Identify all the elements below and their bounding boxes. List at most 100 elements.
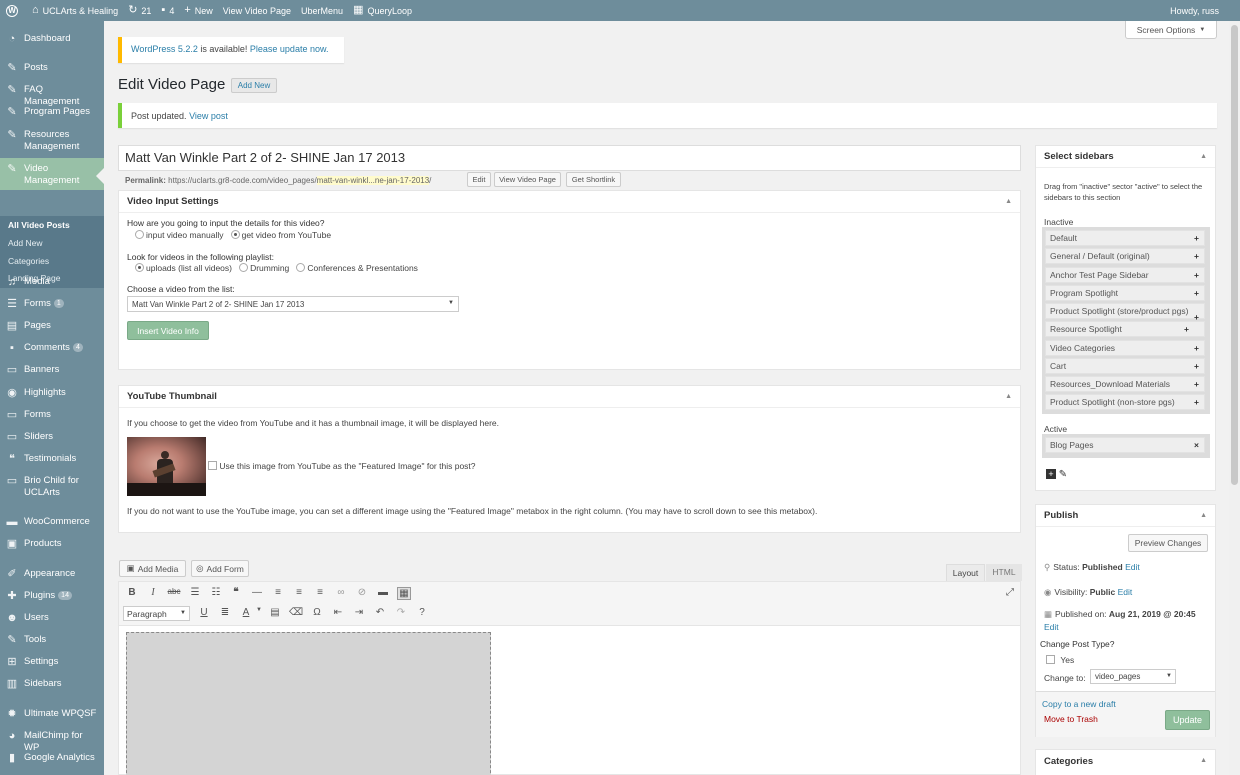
my-account-menu[interactable]: Howdy, russ [1165,0,1224,21]
sidebar-item-anchor-test[interactable]: Anchor Test Page Sidebar + [1045,267,1205,283]
plus-icon[interactable]: + [1194,341,1199,355]
undo-icon[interactable]: ↶ [373,607,387,618]
plus-icon[interactable]: + [1194,395,1199,409]
menu-video-management[interactable]: ✎ Video Management [0,158,104,190]
insert-video-info-button[interactable]: Insert Video Info [127,321,209,340]
menu-pages[interactable]: ▤ Pages [0,320,104,332]
text-color-icon[interactable]: A [239,607,253,618]
new-content-menu[interactable]: + New [179,0,217,21]
plus-icon[interactable]: + [1194,286,1199,300]
categories-header[interactable]: Categories ▲ [1036,750,1215,772]
radio-input-manually[interactable] [135,230,144,239]
collapse-arrow-icon[interactable]: ▲ [1005,198,1012,205]
italic-icon[interactable]: I [146,587,160,598]
special-character-icon[interactable]: Ω [310,607,324,618]
sidebar-item-blog-pages[interactable]: Blog Pages × [1045,437,1205,453]
sidebar-item-video-categories[interactable]: Video Categories + [1045,340,1205,356]
menu-sidebars[interactable]: ▥ Sidebars [0,678,104,690]
permalink-slug[interactable]: matt-van-winkl...ne-jan-17-2013 [316,176,430,185]
submenu-all-video-posts[interactable]: All Video Posts [8,220,70,230]
menu-testimonials[interactable]: ❝ Testimonials [0,453,104,465]
menu-sliders[interactable]: ▭ Sliders [0,431,104,443]
copy-to-draft-link[interactable]: Copy to a new draft [1042,699,1116,709]
change-type-checkbox[interactable] [1046,655,1055,664]
view-video-page-button[interactable]: View Video Page [494,172,561,187]
bulleted-list-icon[interactable]: ☰ [188,587,202,598]
strikethrough-icon[interactable]: abc [167,587,181,596]
underline-icon[interactable]: U [197,607,211,618]
post-title-input[interactable]: Matt Van Winkle Part 2 of 2- SHINE Jan 1… [118,145,1021,171]
sidebar-item-default[interactable]: Default + [1045,230,1205,246]
justify-icon[interactable]: ≣ [218,607,232,618]
collapse-arrow-icon[interactable]: ▲ [1005,393,1012,400]
edit-status-link[interactable]: Edit [1125,562,1140,572]
sidebar-item-resources-download[interactable]: Resources_Download Materials + [1045,376,1205,392]
menu-products[interactable]: ▣ Products [0,538,104,550]
move-to-trash-link[interactable]: Move to Trash [1044,714,1098,724]
queryloop-menu[interactable]: ▦ QueryLoop [348,0,417,21]
menu-forms[interactable]: ☰ Forms 1 [0,298,104,310]
menu-media[interactable]: ♫ Media [0,276,104,288]
preview-changes-button[interactable]: Preview Changes [1128,534,1208,552]
menu-banners[interactable]: ▭ Banners [0,364,104,376]
menu-highlights[interactable]: ◉ Highlights [0,387,104,399]
menu-forms-2[interactable]: ▭ Forms [0,409,104,421]
menu-mailchimp[interactable]: ◕ MailChimp for WP [0,730,104,754]
plus-icon[interactable]: + [1194,377,1199,391]
menu-appearance[interactable]: ✐ Appearance [0,568,104,580]
menu-faq[interactable]: ✎ FAQ Management [0,84,104,108]
tab-layout[interactable]: Layout [946,564,985,581]
plus-icon[interactable]: + [1194,268,1199,282]
paste-as-text-icon[interactable]: ▤ [268,607,282,618]
text-color-dropdown-icon[interactable]: ▼ [252,607,266,613]
video-input-header[interactable]: Video Input Settings ▲ [119,191,1020,213]
radio-playlist-conferences[interactable] [296,263,306,272]
sidebar-item-product-spotlight-store[interactable]: Product Spotlight (store/product pgs) + [1045,303,1205,322]
numbered-list-icon[interactable]: ☷ [209,587,223,598]
edit-visibility-link[interactable]: Edit [1118,587,1133,597]
view-post-link[interactable]: View post [189,111,228,121]
site-name-menu[interactable]: ⌂ UCLArts & Healing [27,0,123,21]
sidebar-item-resource-spotlight[interactable]: Resource Spotlight + [1045,321,1205,337]
remove-icon[interactable]: × [1194,438,1199,452]
submenu-add-new[interactable]: Add New [8,238,43,248]
publish-header[interactable]: Publish ▲ [1036,505,1215,527]
align-center-icon[interactable]: ≡ [292,587,306,598]
radio-playlist-uploads[interactable] [135,263,144,272]
tab-html[interactable]: HTML [986,564,1022,581]
collapse-arrow-icon[interactable]: ▲ [1200,153,1207,160]
unlink-icon[interactable]: ⊘ [355,587,369,598]
add-new-button[interactable]: Add New [231,78,277,93]
scrollbar-thumb[interactable] [1231,25,1238,485]
plus-icon[interactable]: + [1194,249,1199,263]
indent-icon[interactable]: ⇥ [352,607,366,618]
layout-placeholder-block[interactable] [126,632,491,775]
edit-date-link[interactable]: Edit [1044,622,1059,632]
post-type-select[interactable]: video_pages ▼ [1090,669,1176,684]
menu-google-analytics[interactable]: ▮ Google Analytics [0,752,104,764]
video-select[interactable]: Matt Van Winkle Part 2 of 2- SHINE Jan 1… [127,296,459,312]
link-icon[interactable]: ∞ [334,587,348,598]
toolbar-toggle-icon[interactable]: ▦ [397,587,411,600]
menu-posts[interactable]: ✎ Posts [0,62,104,74]
comments-menu[interactable]: ▪ 4 [156,0,179,21]
sidebar-item-general-default[interactable]: General / Default (original) + [1045,248,1205,264]
radio-playlist-drumming[interactable] [239,263,249,272]
add-media-button[interactable]: ▣ Add Media [119,560,186,577]
menu-users[interactable]: ☻ Users [0,612,104,624]
menu-tools[interactable]: ✎ Tools [0,634,104,646]
menu-dashboard[interactable]: ◔ Dashboard [0,33,104,45]
collapse-arrow-icon[interactable]: ▲ [1200,512,1207,519]
plus-icon[interactable]: + [1194,231,1199,245]
wp-logo-menu[interactable]: W [0,0,27,21]
menu-resources[interactable]: ✎ Resources Management [0,129,104,153]
edit-sidebar-icon[interactable]: ✎ [1059,469,1067,480]
menu-brio[interactable]: ▭ Brio Child for UCLArts [0,475,104,499]
use-featured-image-checkbox[interactable] [208,461,217,470]
menu-settings[interactable]: ⊞ Settings [0,656,104,668]
help-icon[interactable]: ? [415,607,429,618]
ubermenu-link[interactable]: UberMenu [296,0,348,21]
sidebar-item-product-spotlight-nonstore[interactable]: Product Spotlight (non-store pgs) + [1045,394,1205,410]
horizontal-line-icon[interactable]: — [250,587,264,598]
menu-plugins[interactable]: ✚ Plugins 14 [0,590,104,602]
